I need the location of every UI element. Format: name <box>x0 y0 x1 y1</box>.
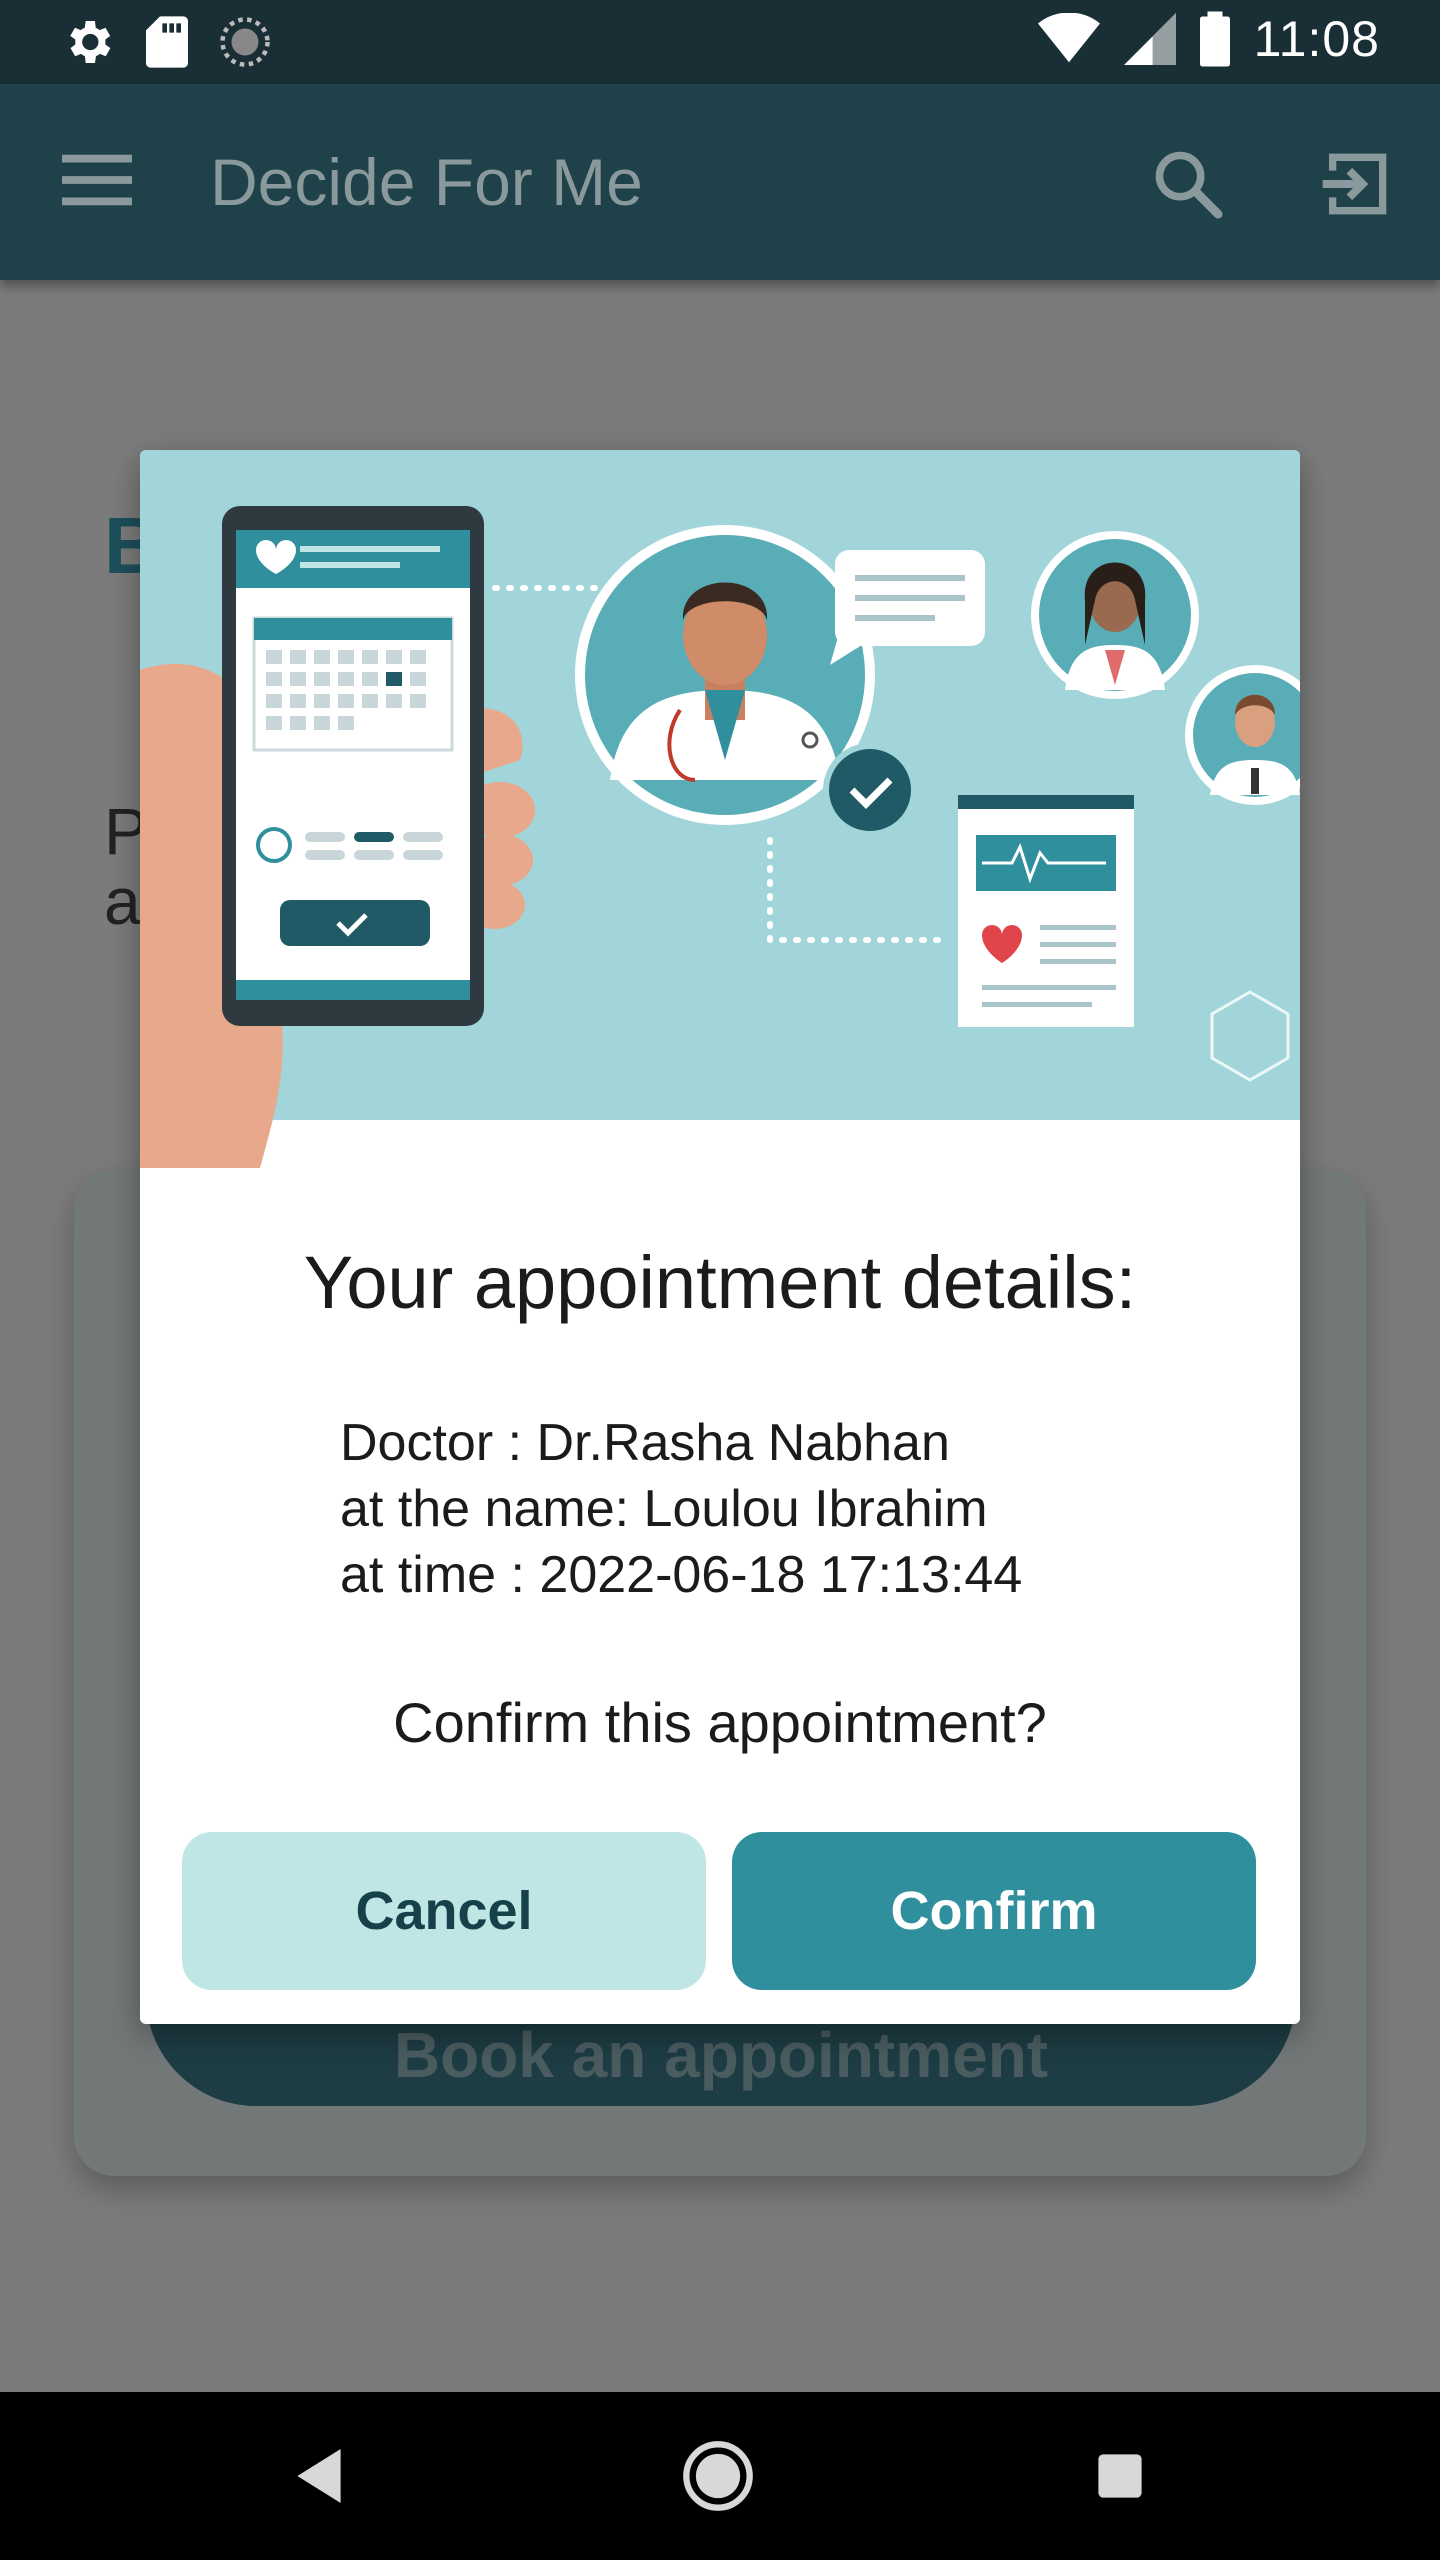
signal-icon <box>1123 13 1176 65</box>
dialog-title: Your appointment details: <box>303 1241 1137 1324</box>
sd-card-icon <box>146 16 188 68</box>
appointment-dialog: Your appointment details: Doctor : Dr.Ra… <box>140 450 1300 2024</box>
cancel-button[interactable]: Cancel <box>182 1832 706 1990</box>
wifi-icon <box>1037 13 1100 63</box>
battery-icon <box>1199 11 1230 67</box>
app-bar: Decide For Me <box>0 84 1440 280</box>
detail-doctor: Doctor : Dr.Rasha Nabhan <box>340 1414 950 1472</box>
status-time: 11:08 <box>1253 11 1380 67</box>
recents-icon[interactable] <box>1096 2452 1144 2500</box>
back-icon[interactable] <box>292 2446 346 2506</box>
gear-icon <box>70 21 111 63</box>
book-appointment-label: Book an appointment <box>393 2019 1049 2091</box>
detail-patient-name: at the name: Loulou Ibrahim <box>340 1480 988 1538</box>
logout-icon[interactable] <box>1316 144 1396 224</box>
navigation-bar <box>0 2392 1440 2560</box>
confirm-button[interactable]: Confirm <box>732 1832 1256 1990</box>
search-icon[interactable] <box>1150 146 1226 222</box>
sync-icon <box>220 17 270 67</box>
detail-time: at time : 2022-06-18 17:13:44 <box>340 1546 1023 1604</box>
confirm-question: Confirm this appointment? <box>393 1691 1047 1754</box>
status-bar: 11:08 <box>0 0 1440 84</box>
doctor-appointment-illustration <box>140 450 1300 1168</box>
appointment-details: Doctor : Dr.Rasha Nabhan at the name: Lo… <box>340 1410 1220 1608</box>
home-icon[interactable] <box>680 2438 756 2514</box>
app-title: Decide For Me <box>210 145 643 219</box>
menu-icon[interactable] <box>62 150 132 210</box>
